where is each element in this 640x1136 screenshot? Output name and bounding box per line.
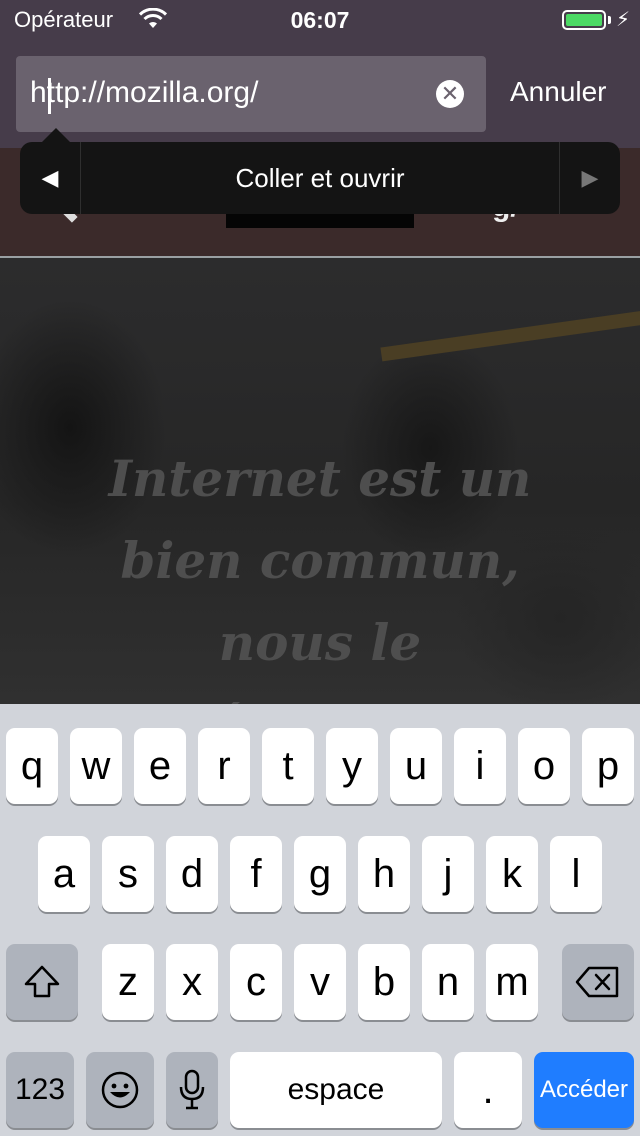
triangle-left-icon: ◀ — [41, 165, 59, 190]
period-key[interactable]: . — [454, 1052, 522, 1128]
headline-line: Internet est un — [108, 449, 532, 508]
headline-line: nous le — [218, 613, 422, 672]
url-input-text[interactable]: http://mozilla.org/ — [30, 76, 258, 110]
key-t[interactable]: t — [262, 728, 314, 804]
key-a[interactable]: a — [38, 836, 90, 912]
triangle-right-icon: ▶ — [581, 165, 599, 190]
key-b[interactable]: b — [358, 944, 410, 1020]
emoji-icon — [101, 1071, 139, 1109]
key-o[interactable]: o — [518, 728, 570, 804]
key-j[interactable]: j — [422, 836, 474, 912]
numbers-key[interactable]: 123 — [6, 1052, 74, 1128]
key-y[interactable]: y — [326, 728, 378, 804]
headline-line: défendons — [60, 684, 580, 704]
clock: 06:07 — [290, 7, 350, 33]
clear-icon[interactable]: ✕ — [436, 80, 464, 108]
webpage-hero: Internet est un bien commun, nous le déf… — [0, 258, 640, 704]
key-f[interactable]: f — [230, 836, 282, 912]
battery-icon — [562, 10, 606, 30]
hero-headline: Internet est un bien commun, nous le déf… — [60, 438, 580, 704]
microphone-icon — [179, 1069, 205, 1110]
key-q[interactable]: q — [6, 728, 58, 804]
key-s[interactable]: s — [102, 836, 154, 912]
hero-photo-detail — [380, 308, 640, 362]
key-c[interactable]: c — [230, 944, 282, 1020]
key-d[interactable]: d — [166, 836, 218, 912]
key-w[interactable]: w — [70, 728, 122, 804]
key-n[interactable]: n — [422, 944, 474, 1020]
headline-line: bien commun, — [120, 531, 520, 590]
battery-tip — [608, 16, 611, 24]
url-input[interactable]: http://mozilla.org/ ✕ — [16, 56, 486, 132]
edit-menu-prev-button[interactable]: ◀ — [20, 142, 81, 214]
status-bar: Opérateur 06:07 ⚡ — [0, 0, 640, 40]
shift-icon — [24, 965, 60, 998]
backspace-icon — [575, 966, 619, 998]
dictation-key[interactable] — [166, 1052, 218, 1128]
key-l[interactable]: l — [550, 836, 602, 912]
key-v[interactable]: v — [294, 944, 346, 1020]
charging-bolt-icon: ⚡ — [615, 9, 630, 31]
key-u[interactable]: u — [390, 728, 442, 804]
key-g[interactable]: g — [294, 836, 346, 912]
text-caret — [48, 78, 51, 114]
key-m[interactable]: m — [486, 944, 538, 1020]
key-z[interactable]: z — [102, 944, 154, 1020]
key-p[interactable]: p — [582, 728, 634, 804]
key-k[interactable]: k — [486, 836, 538, 912]
key-h[interactable]: h — [358, 836, 410, 912]
go-key[interactable]: Accéder — [534, 1052, 634, 1128]
key-e[interactable]: e — [134, 728, 186, 804]
shift-key[interactable] — [6, 944, 78, 1020]
space-key[interactable]: espace — [230, 1052, 442, 1128]
key-x[interactable]: x — [166, 944, 218, 1020]
cancel-button[interactable]: Annuler — [510, 76, 607, 108]
url-bar: http://mozilla.org/ ✕ Annuler — [0, 40, 640, 148]
edit-menu: ◀ Coller et ouvrir ▶ — [20, 142, 620, 214]
edit-menu-next-button[interactable]: ▶ — [559, 142, 620, 214]
emoji-key[interactable] — [86, 1052, 154, 1128]
key-r[interactable]: r — [198, 728, 250, 804]
key-i[interactable]: i — [454, 728, 506, 804]
edit-menu-arrow — [42, 128, 70, 142]
backspace-key[interactable] — [562, 944, 634, 1020]
keyboard: q w e r t y u i o p a s d f g h j k l z … — [0, 704, 640, 1136]
paste-and-go-button[interactable]: Coller et ouvrir — [80, 142, 560, 214]
